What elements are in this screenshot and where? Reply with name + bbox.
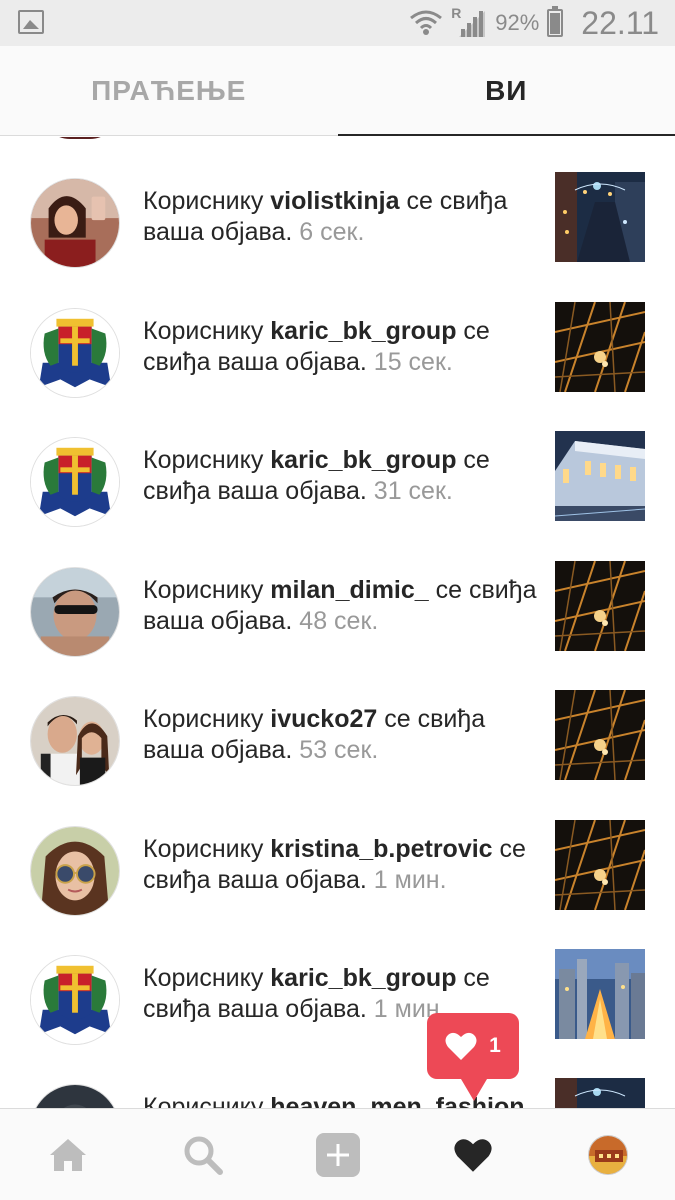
post-thumbnail[interactable] bbox=[555, 431, 645, 521]
list-item[interactable]: Кориснику heaven_men_fashion bbox=[0, 1078, 675, 1109]
list-item[interactable]: Кориснику ivucko27 се свиђа ваша објава.… bbox=[0, 690, 675, 796]
list-item[interactable]: Кориснику karic_bk_group се свиђа ваша о… bbox=[0, 949, 675, 1055]
profile-tab[interactable] bbox=[578, 1125, 638, 1185]
notification-prefix: Кориснику bbox=[143, 446, 264, 474]
username-link[interactable]: violistkinja bbox=[270, 187, 399, 215]
post-thumbnail[interactable] bbox=[555, 302, 645, 392]
avatar[interactable] bbox=[40, 137, 120, 139]
timestamp: 53 сек. bbox=[299, 736, 379, 764]
notification-list: Кориснику violistkinja се свиђа ваша обј… bbox=[0, 137, 675, 1109]
timestamp: 48 сек. bbox=[299, 607, 379, 635]
post-thumbnail[interactable] bbox=[555, 1078, 645, 1109]
battery-percent: 92% bbox=[495, 10, 540, 35]
username-link[interactable]: kristina_b.petrovic bbox=[270, 835, 492, 863]
add-post-icon[interactable] bbox=[308, 1125, 368, 1185]
wifi-icon bbox=[410, 10, 443, 35]
battery-icon bbox=[547, 6, 564, 37]
username-link[interactable]: karic_bk_group bbox=[270, 317, 456, 345]
gallery-icon bbox=[18, 10, 44, 34]
post-thumbnail[interactable] bbox=[555, 820, 645, 910]
avatar[interactable] bbox=[30, 696, 120, 786]
notification-prefix: Кориснику bbox=[143, 705, 264, 733]
timestamp: 15 сек. bbox=[373, 348, 453, 376]
username-link[interactable]: karic_bk_group bbox=[270, 964, 456, 992]
clock: 22.11 bbox=[581, 4, 659, 41]
notification-prefix: Кориснику bbox=[143, 187, 264, 215]
status-bar-right: R 92% 22.11 bbox=[409, 0, 659, 46]
avatar[interactable] bbox=[30, 567, 120, 657]
notification-prefix: Кориснику bbox=[143, 317, 264, 345]
notification-prefix: Кориснику bbox=[143, 964, 264, 992]
username-link[interactable]: karic_bk_group bbox=[270, 446, 456, 474]
tab-you[interactable]: ВИ bbox=[337, 46, 675, 136]
notification-count: 1 bbox=[489, 1034, 501, 1057]
post-thumbnail[interactable] bbox=[555, 172, 645, 262]
profile-avatar[interactable] bbox=[587, 1134, 628, 1175]
list-item[interactable]: Кориснику karic_bk_group се свиђа ваша о… bbox=[0, 431, 675, 537]
signal-icon: R bbox=[451, 5, 487, 39]
list-item[interactable]: Кориснику milan_dimic_ се свиђа ваша обј… bbox=[0, 561, 675, 667]
notification-text: Кориснику milan_dimic_ се свиђа ваша обј… bbox=[143, 575, 538, 637]
activity-notification-bubble[interactable]: 1 bbox=[427, 1013, 519, 1101]
avatar[interactable] bbox=[30, 1084, 120, 1109]
notification-text: Кориснику karic_bk_group се свиђа ваша о… bbox=[143, 445, 538, 507]
avatar[interactable] bbox=[30, 955, 120, 1045]
status-bar: R 92% 22.11 bbox=[0, 0, 675, 46]
notification-text: Кориснику kristina_b.petrovic се свиђа в… bbox=[143, 834, 538, 896]
home-icon[interactable] bbox=[38, 1125, 98, 1185]
username-link[interactable]: ivucko27 bbox=[270, 705, 377, 733]
post-thumbnail[interactable] bbox=[555, 690, 645, 780]
avatar[interactable] bbox=[30, 437, 120, 527]
notification-prefix: Кориснику bbox=[143, 835, 264, 863]
avatar[interactable] bbox=[30, 826, 120, 916]
post-thumbnail[interactable] bbox=[555, 949, 645, 1039]
list-item[interactable]: Кориснику kristina_b.petrovic се свиђа в… bbox=[0, 820, 675, 926]
heart-icon bbox=[445, 1031, 477, 1061]
timestamp: 31 сек. bbox=[373, 477, 453, 505]
list-item[interactable]: Кориснику violistkinja се свиђа ваша обј… bbox=[0, 172, 675, 278]
timestamp: 6 сек. bbox=[299, 218, 365, 246]
notification-prefix: Кориснику bbox=[143, 576, 264, 604]
avatar[interactable] bbox=[30, 178, 120, 268]
timestamp: 1 мин. bbox=[373, 866, 447, 894]
username-link[interactable]: milan_dimic_ bbox=[270, 576, 428, 604]
bottom-nav bbox=[0, 1108, 675, 1200]
notification-text: Кориснику karic_bk_group се свиђа ваша о… bbox=[143, 316, 538, 378]
notification-text: Кориснику violistkinja се свиђа ваша обј… bbox=[143, 186, 538, 248]
notification-prefix: Кориснику bbox=[143, 1093, 264, 1109]
search-icon[interactable] bbox=[173, 1125, 233, 1185]
list-item[interactable]: Кориснику karic_bk_group се свиђа ваша о… bbox=[0, 302, 675, 408]
activity-heart-icon[interactable] bbox=[443, 1125, 503, 1185]
avatar[interactable] bbox=[30, 308, 120, 398]
post-thumbnail[interactable] bbox=[555, 561, 645, 651]
tab-following[interactable]: ПРАЋЕЊЕ bbox=[0, 46, 338, 135]
notification-text: Кориснику ivucko27 се свиђа ваша објава.… bbox=[143, 704, 538, 766]
activity-tabs: ПРАЋЕЊЕ ВИ bbox=[0, 46, 675, 136]
